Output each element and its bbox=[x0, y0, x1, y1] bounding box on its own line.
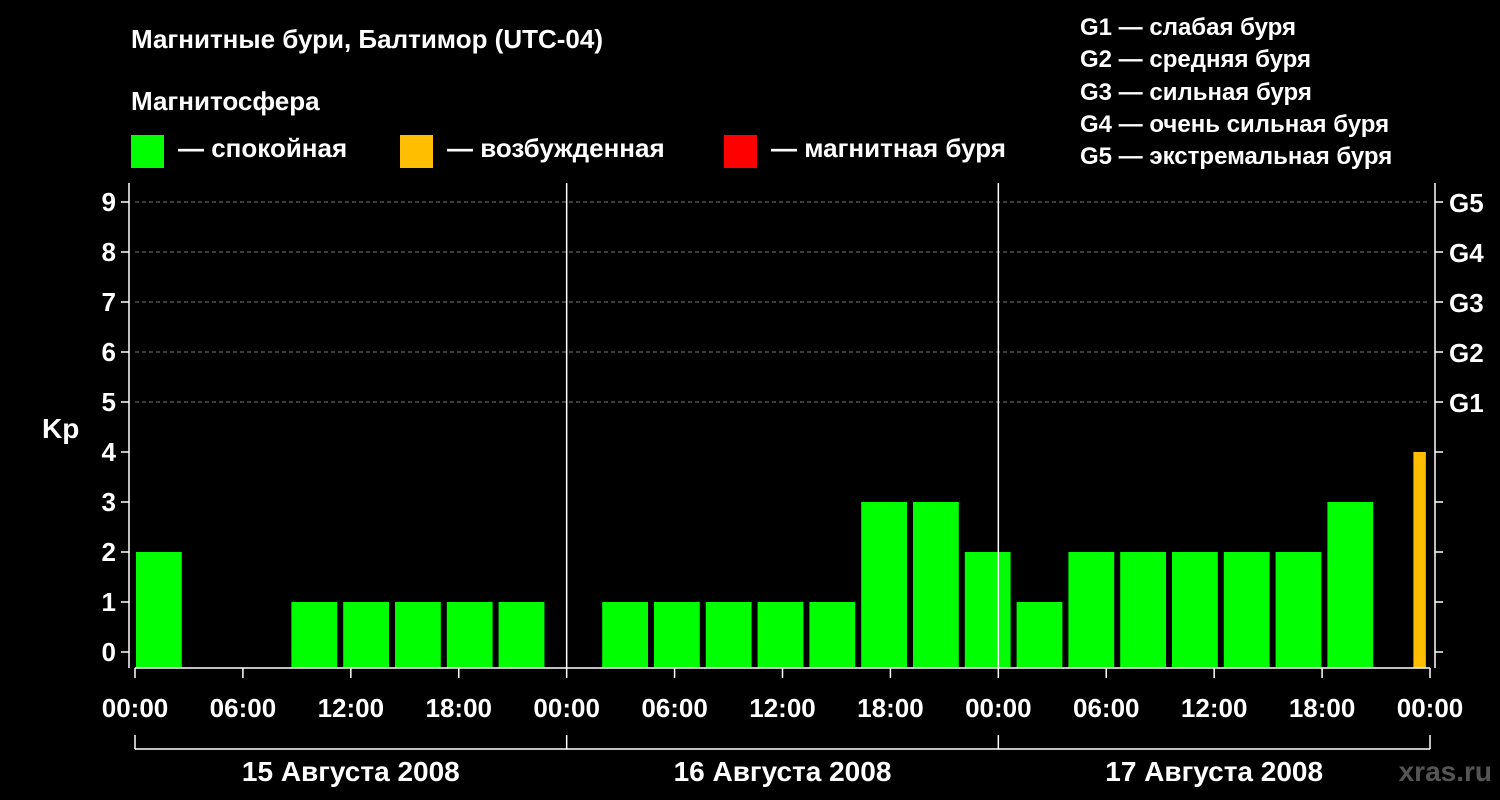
x-tick-label: 12:00 bbox=[318, 693, 385, 723]
x-tick-label: 12:00 bbox=[1181, 693, 1248, 723]
day-label: 17 Августа 2008 bbox=[1105, 756, 1323, 787]
x-tick-label: 18:00 bbox=[1289, 693, 1356, 723]
y-tick-label: 7 bbox=[102, 287, 116, 317]
kp-bar bbox=[498, 602, 545, 668]
g-level-label: G1 bbox=[1449, 388, 1484, 418]
kp-bar bbox=[1120, 552, 1166, 668]
watermark: xras.ru bbox=[1398, 756, 1492, 787]
kp-bar bbox=[913, 502, 959, 668]
kp-bar bbox=[705, 602, 752, 668]
x-tick-label: 18:00 bbox=[857, 693, 924, 723]
y-tick-label: 9 bbox=[102, 187, 116, 217]
day-label: 16 Августа 2008 bbox=[674, 756, 892, 787]
kp-bar bbox=[1068, 552, 1115, 668]
kp-bar-chart: 0 1 2 3 4 5 6 7 8 9 G1 G2 G3 G4 G5 Kp 00:00 06:00 12:00 18:… bbox=[42, 183, 1484, 787]
kp-bar bbox=[343, 602, 389, 668]
y-tick-label: 2 bbox=[102, 537, 116, 567]
g-level-label: G3 bbox=[1449, 288, 1484, 318]
x-tick-label: 00:00 bbox=[102, 693, 169, 723]
g-level-label: G4 bbox=[1449, 238, 1484, 268]
x-tick-label: 00:00 bbox=[533, 693, 600, 723]
g-level-label: G5 bbox=[1449, 188, 1484, 218]
kp-bar bbox=[757, 602, 804, 668]
kp-bar bbox=[1172, 552, 1218, 668]
y-axis-label: Kp bbox=[42, 413, 79, 444]
y-tick-label: 5 bbox=[102, 387, 116, 417]
kp-bar bbox=[1223, 552, 1270, 668]
kp-bar bbox=[395, 602, 441, 668]
kp-bar bbox=[1016, 602, 1063, 668]
y-tick-label: 3 bbox=[102, 487, 116, 517]
x-tick-label: 00:00 bbox=[1397, 693, 1464, 723]
kp-bar bbox=[446, 602, 493, 668]
y-tick-label: 1 bbox=[102, 587, 116, 617]
y-tick-label: 8 bbox=[102, 237, 116, 267]
kp-bar bbox=[291, 602, 338, 668]
y-tick-label: 6 bbox=[102, 337, 116, 367]
day-label: 15 Августа 2008 bbox=[242, 756, 460, 787]
g-level-label: G2 bbox=[1449, 338, 1484, 368]
x-tick-label: 06:00 bbox=[210, 693, 277, 723]
kp-bar bbox=[861, 502, 907, 668]
kp-bar bbox=[809, 602, 856, 668]
kp-bar bbox=[654, 602, 700, 668]
x-tick-label: 06:00 bbox=[641, 693, 708, 723]
kp-bar bbox=[602, 602, 648, 668]
x-tick-label: 06:00 bbox=[1073, 693, 1140, 723]
y-tick-label: 4 bbox=[102, 437, 117, 467]
x-tick-label: 00:00 bbox=[965, 693, 1032, 723]
kp-bar bbox=[1413, 452, 1426, 668]
kp-bar bbox=[1275, 552, 1322, 668]
kp-bar bbox=[964, 552, 1011, 668]
y-tick-label: 0 bbox=[102, 637, 116, 667]
kp-bar bbox=[1327, 502, 1374, 668]
x-tick-label: 18:00 bbox=[426, 693, 493, 723]
kp-bar bbox=[136, 552, 182, 668]
x-tick-label: 12:00 bbox=[749, 693, 816, 723]
